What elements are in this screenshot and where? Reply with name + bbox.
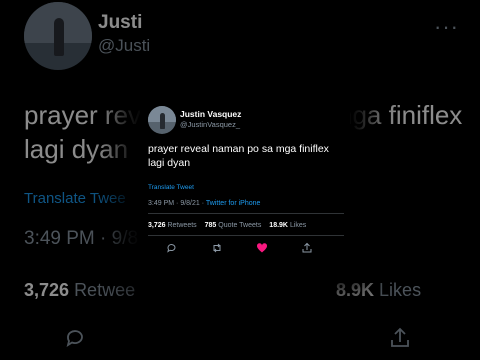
tweet-time: 3:49 PM (148, 200, 175, 207)
background-text-line2: lagi dyan (24, 134, 129, 164)
retweet-icon[interactable] (211, 242, 223, 254)
heart-icon[interactable] (256, 242, 268, 254)
divider (148, 235, 344, 236)
tweet-stats: 3,726 Retweets 785 Quote Tweets 18.9K Li… (148, 222, 306, 229)
likes-count: 18.9K (269, 222, 288, 229)
quotes-count: 785 (204, 222, 217, 229)
background-reply-icon (66, 330, 83, 347)
retweets-count: 3,726 (148, 222, 166, 229)
background-likes-count: 8.9K (336, 280, 375, 300)
background-timestamp: 3:49 PM · 9/8 (24, 228, 139, 249)
tweet-card[interactable]: Justin Vasquez @JustinVasquez_ prayer re… (140, 96, 350, 268)
translate-link[interactable]: Translate Tweet (148, 184, 194, 191)
background-avatar (24, 2, 92, 70)
avatar[interactable] (148, 106, 176, 134)
background-translate-link: Translate Twee (24, 190, 126, 207)
tweet-screen: Justi @Justi ··· prayer reveal nga finif… (0, 0, 480, 360)
quote-tweets-stat[interactable]: 785 Quote Tweets (205, 222, 262, 229)
tweet-text: prayer reveal naman po sa mga finiflex l… (148, 143, 329, 169)
background-author-name: Justi (98, 12, 143, 33)
background-retweets-label: Retwee (74, 280, 136, 300)
meta-separator: · (201, 200, 205, 207)
background-likes-label: Likes (379, 280, 422, 300)
retweets-stat[interactable]: 3,726 Retweets (148, 222, 197, 229)
tweet-timestamp: 3:49 PM · 9/8/21 · Twitter for iPhone (148, 200, 260, 207)
background-author-handle: @Justi (98, 36, 151, 55)
background-likes: 8.9K Likes (336, 280, 421, 301)
reply-icon[interactable] (166, 242, 178, 254)
tweet-source-link[interactable]: Twitter for iPhone (206, 200, 260, 207)
background-text-line1-end: nga finiflex (338, 100, 463, 130)
author-handle[interactable]: @JustinVasquez_ (180, 120, 240, 129)
divider (148, 213, 344, 214)
author-name[interactable]: Justin Vasquez (180, 109, 241, 119)
likes-stat[interactable]: 18.9K Likes (269, 222, 306, 229)
tweet-date: 9/8/21 (180, 200, 200, 207)
share-icon[interactable] (301, 242, 313, 254)
likes-label: Likes (289, 222, 307, 229)
meta-separator: · (176, 200, 179, 207)
more-icon: ··· (434, 14, 459, 39)
background-retweets: 3,726 Retwee (24, 280, 135, 301)
quotes-label: Quote Tweets (218, 222, 262, 229)
retweets-label: Retweets (167, 222, 197, 229)
background-retweets-count: 3,726 (24, 280, 70, 300)
background-share-icon (391, 327, 409, 347)
